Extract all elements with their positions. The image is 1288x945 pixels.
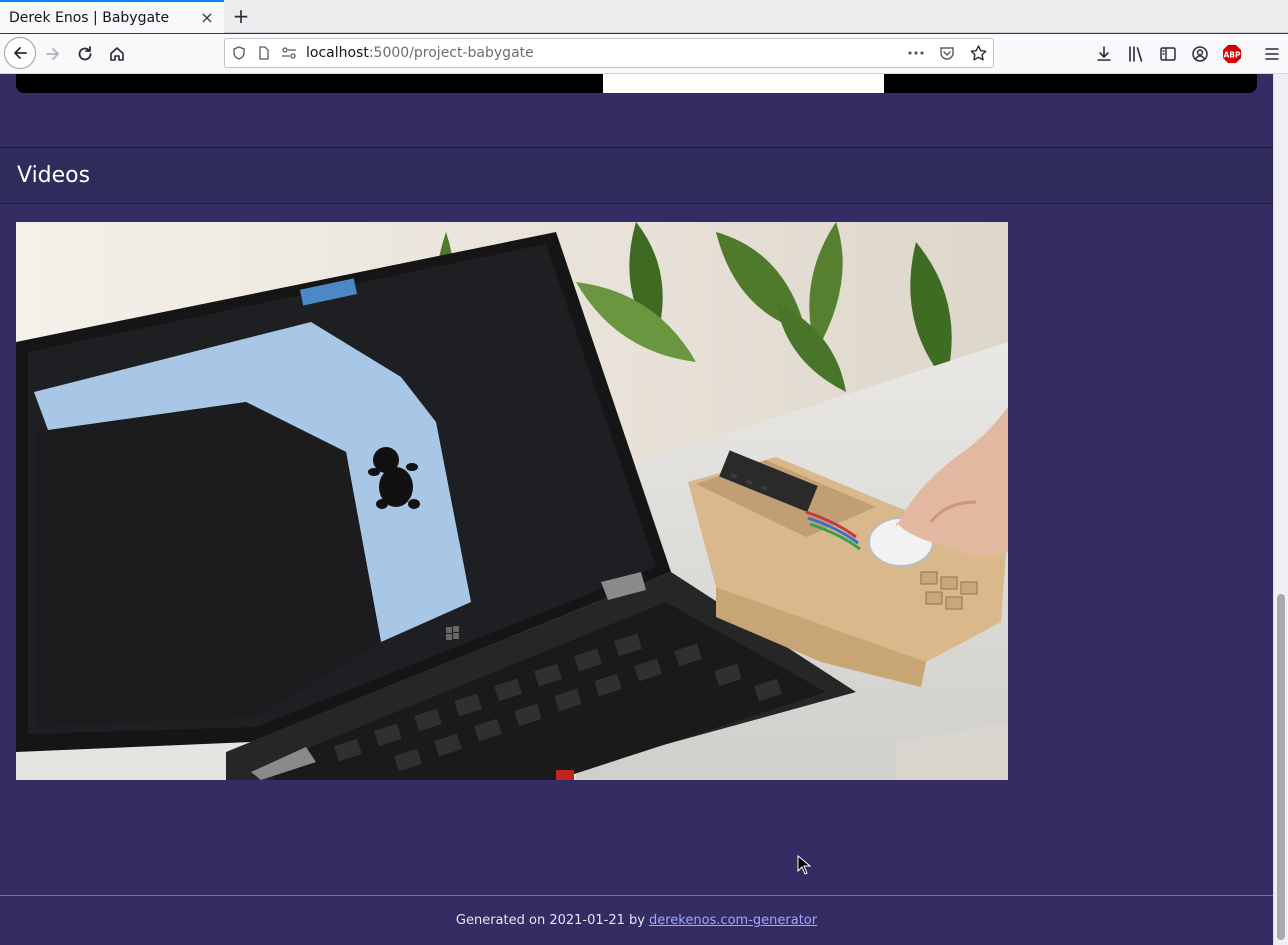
vertical-scrollbar[interactable] [1273,74,1288,945]
more-actions-icon[interactable] [905,42,927,64]
previous-media-bottom [16,74,1257,93]
arrow-right-icon [46,48,59,60]
library-icon[interactable] [1120,39,1152,69]
page-viewport: Videos Generated on 2021-01-21 by dereke… [0,74,1273,945]
tab-title: Derek Enos | Babygate [9,9,170,26]
reload-button[interactable] [70,39,100,69]
babygate-video[interactable] [16,222,1008,780]
forward-button[interactable] [38,39,68,69]
url-text[interactable]: localhost:5000/project-babygate [306,45,902,61]
toolbar-icons: ABP [1088,39,1288,69]
svg-text:ABP: ABP [1223,51,1241,60]
close-tab-icon[interactable]: × [198,8,216,27]
navigation-toolbar: localhost:5000/project-babygate ABP [0,34,1288,74]
pocket-icon[interactable] [936,42,958,64]
new-tab-button[interactable]: + [230,4,252,28]
section-title: Videos [17,163,91,188]
scroll-thumb[interactable] [1277,594,1285,940]
previous-media-image-edge [603,74,884,93]
mouse-cursor-icon [797,855,811,875]
tab-strip: Derek Enos | Babygate × + [0,0,1288,33]
url-host: localhost [306,45,369,61]
account-icon[interactable] [1184,39,1216,69]
active-tab[interactable]: Derek Enos | Babygate × [0,0,224,33]
permissions-icon[interactable] [278,42,300,64]
download-icon[interactable] [1088,39,1120,69]
page-footer: Generated on 2021-01-21 by derekenos.com… [0,895,1273,945]
footer-generator-link[interactable]: derekenos.com-generator [649,913,817,928]
hamburger-menu-icon[interactable] [1256,39,1288,69]
arrow-left-icon [14,47,27,59]
video-frame-image [16,222,1008,780]
footer-text: Generated on 2021-01-21 by [455,913,645,928]
address-bar[interactable]: localhost:5000/project-babygate [224,38,994,68]
sidebar-icon[interactable] [1152,39,1184,69]
tracking-shield-icon[interactable] [228,42,250,64]
back-button[interactable] [4,37,36,69]
home-button[interactable] [102,39,132,69]
url-path: :5000/project-babygate [368,45,534,61]
star-icon[interactable] [967,42,989,64]
home-icon [110,47,124,61]
reload-icon [78,46,92,61]
page-icon [253,42,275,64]
videos-section-header: Videos [0,147,1273,204]
abp-icon[interactable]: ABP [1216,39,1248,69]
